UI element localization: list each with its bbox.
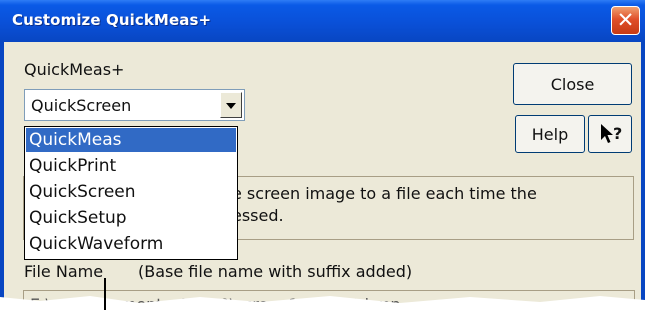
file-name-field[interactable]: E:\measurements_07040\screen1012001.bmp — [23, 290, 635, 310]
file-name-hint: (Base file name with suffix added) — [138, 262, 413, 281]
help-button-label: Help — [531, 125, 569, 144]
dropdown-option-quickprint[interactable]: QuickPrint — [26, 154, 236, 178]
window-title: Customize QuickMeas+ — [12, 11, 212, 29]
chevron-down-icon — [226, 103, 236, 109]
dropdown-option-quicksetup[interactable]: QuickSetup — [26, 206, 236, 230]
dropdown-option-quickscreen[interactable]: QuickScreen — [26, 180, 236, 204]
whats-this-glyph: ? — [613, 124, 623, 143]
window-border-left — [0, 42, 4, 310]
combobox-dropdown-list: QuickMeas QuickPrint QuickScreen QuickSe… — [24, 126, 238, 260]
window-close-button[interactable]: ✕ — [611, 6, 640, 35]
quickmeas-group-label: QuickMeas+ — [24, 60, 125, 79]
dropdown-option-quickwaveform[interactable]: QuickWaveform — [26, 232, 236, 256]
close-button-label: Close — [550, 75, 595, 94]
combobox-selected-value: QuickScreen — [31, 96, 132, 115]
combobox-dropdown-button[interactable] — [220, 92, 242, 118]
title-bar[interactable]: Customize QuickMeas+ ✕ — [0, 0, 645, 42]
description-line-2: essed. — [232, 206, 284, 225]
close-button[interactable]: Close — [513, 63, 632, 105]
window-border-right — [641, 42, 645, 310]
quickmeas-combobox[interactable]: QuickScreen — [24, 89, 245, 121]
dropdown-option-quickmeas[interactable]: QuickMeas — [26, 128, 236, 152]
customize-dialog: Customize QuickMeas+ ✕ QuickMeas+ QuickS… — [0, 0, 645, 310]
description-line-1: e screen image to a file each time the — [232, 184, 537, 203]
file-name-value: E:\measurements_07040\screen1012001.bmp — [30, 295, 401, 310]
callout-pointer-line — [104, 278, 106, 310]
close-icon: ✕ — [616, 8, 635, 32]
help-button[interactable]: Help — [515, 115, 585, 153]
whats-this-button[interactable]: ? — [588, 115, 632, 153]
pointer-help-icon — [601, 124, 613, 143]
description-text: e screen image to a file each time the e… — [232, 183, 632, 227]
file-name-label: File Name — [24, 262, 104, 281]
